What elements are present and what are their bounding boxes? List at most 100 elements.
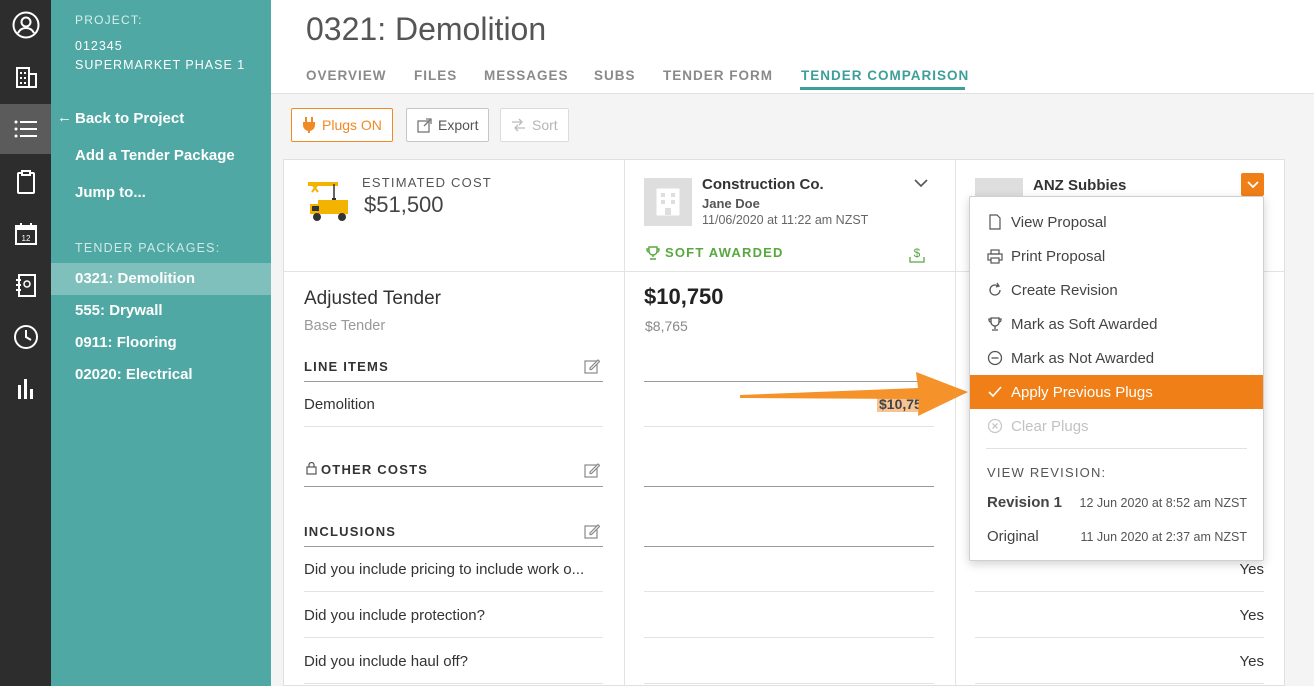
tab-overview[interactable]: OVERVIEW (306, 68, 387, 83)
menu-item-mark-not-awarded[interactable]: Mark as Not Awarded (970, 341, 1263, 375)
question-row-label: Did you include haul off? (304, 653, 469, 670)
rail-time[interactable] (0, 312, 51, 362)
rail-tasks[interactable] (0, 157, 51, 207)
project-name: SUPERMARKET PHASE 1 (75, 58, 246, 72)
row-rule (304, 683, 603, 684)
bidder-adjusted-tender: $10,750 (644, 284, 724, 309)
rail-profile[interactable] (0, 0, 51, 50)
menu-item-mark-soft-awarded[interactable]: Mark as Soft Awarded (970, 307, 1263, 341)
revision-item-date: 11 Jun 2020 at 2:37 am NZST (1080, 530, 1247, 544)
rail-reports[interactable] (0, 364, 51, 414)
sort-button[interactable]: Sort (500, 108, 569, 142)
tab-messages[interactable]: MESSAGES (484, 68, 569, 83)
tab-tender-form[interactable]: TENDER FORM (663, 68, 773, 83)
plugs-label: Plugs ON (322, 117, 382, 133)
revision-item-name[interactable]: Original (987, 528, 1039, 545)
menu-item-view-proposal[interactable]: View Proposal (970, 205, 1263, 239)
estimated-cost-value: $51,500 (364, 192, 444, 217)
rail-projects[interactable] (0, 52, 51, 102)
section-rule (644, 546, 934, 547)
edit-icon[interactable] (584, 523, 600, 539)
revision-item-date: 12 Jun 2020 at 8:52 am NZST (1079, 496, 1247, 510)
row-rule (304, 637, 603, 638)
back-arrow-icon: ← (57, 109, 72, 126)
row-rule (644, 591, 934, 592)
package-item-demolition[interactable]: 0321: Demolition (51, 263, 271, 295)
tab-files[interactable]: FILES (414, 68, 457, 83)
bidder-menu-toggle[interactable] (1241, 173, 1264, 196)
menu-item-label: View Proposal (1011, 213, 1107, 231)
menu-item-label: Clear Plugs (1011, 417, 1089, 435)
rail-contacts[interactable] (0, 260, 51, 310)
tab-tender-comparison[interactable]: TENDER COMPARISON (801, 68, 969, 83)
menu-item-clear-plugs[interactable]: Clear Plugs (970, 409, 1263, 443)
chevron-down-icon[interactable] (914, 179, 928, 188)
column-divider (624, 160, 625, 686)
row-rule (975, 637, 1264, 638)
menu-item-print-proposal[interactable]: Print Proposal (970, 239, 1263, 273)
callout-arrow-icon (740, 372, 968, 416)
crane-truck-icon (308, 182, 348, 221)
rail-tenders[interactable] (0, 104, 51, 154)
page-title: 0321: Demolition (306, 11, 547, 47)
bidder-contact: Jane Doe (702, 196, 760, 211)
sort-label: Sort (532, 117, 558, 133)
bidder-name: ANZ Subbies (1033, 177, 1127, 194)
menu-item-apply-previous-plugs[interactable]: Apply Previous Plugs (970, 375, 1263, 409)
package-item-drywall[interactable]: 555: Drywall (51, 295, 271, 327)
row-rule (975, 683, 1264, 684)
package-item-flooring[interactable]: 0911: Flooring (51, 327, 271, 359)
list-icon (14, 120, 37, 138)
bidder-name: Construction Co. (702, 176, 824, 193)
view-revision-label: VIEW REVISION: (987, 465, 1107, 480)
jump-to-link[interactable]: Jump to... (75, 184, 146, 201)
clipboard-icon (16, 170, 35, 194)
back-to-project-link[interactable]: ← Back to Project (57, 109, 185, 127)
answer-yes: Yes (1239, 561, 1264, 578)
menu-item-label: Mark as Not Awarded (1011, 349, 1155, 367)
dollar-upload-icon[interactable]: $ (909, 245, 925, 263)
tender-packages-label: TENDER PACKAGES: (75, 241, 221, 255)
section-rule (304, 546, 603, 547)
bidder-actions-menu: View Proposal Print Proposal Create Revi… (969, 196, 1264, 561)
inclusions-label: INCLUSIONS (304, 524, 397, 539)
revision-item-name[interactable]: Revision 1 (987, 494, 1062, 511)
demolition-line-label: Demolition (304, 396, 375, 413)
export-button[interactable]: Export (406, 108, 490, 142)
chevron-down-icon (1246, 180, 1259, 188)
tab-subs[interactable]: SUBS (594, 68, 636, 83)
check-icon (988, 386, 1002, 398)
rail-calendar[interactable]: 12 (0, 209, 51, 259)
back-to-project-label: Back to Project (75, 110, 185, 127)
plugs-toggle-button[interactable]: Plugs ON (291, 108, 393, 142)
page-header: 0321: Demolition OVERVIEW FILES MESSAGES… (271, 0, 1314, 94)
active-tab-indicator (800, 87, 965, 90)
export-label: Export (438, 117, 479, 133)
trophy-icon (988, 317, 1002, 331)
building-icon (15, 67, 37, 88)
add-tender-package-link[interactable]: Add a Tender Package (75, 147, 235, 164)
sort-icon (512, 118, 525, 132)
edit-icon[interactable] (584, 462, 600, 478)
column-divider (955, 160, 956, 686)
row-rule (304, 591, 603, 592)
soft-awarded-label: SOFT AWARDED (665, 245, 784, 260)
package-item-electrical[interactable]: 02020: Electrical (51, 359, 271, 391)
menu-item-create-revision[interactable]: Create Revision (970, 273, 1263, 307)
answer-yes: Yes (1239, 607, 1264, 624)
menu-item-label: Print Proposal (1011, 247, 1106, 265)
x-circle-icon (987, 418, 1003, 434)
icon-rail: 12 (0, 0, 51, 686)
soft-awarded-badge: SOFT AWARDED (646, 245, 784, 260)
refresh-icon (989, 282, 1001, 296)
edit-icon[interactable] (584, 358, 600, 374)
bidder-base-tender: $8,765 (645, 318, 688, 334)
row-rule (304, 426, 603, 427)
base-tender-label: Base Tender (304, 318, 386, 334)
section-rule (304, 381, 603, 382)
printer-icon (987, 249, 1003, 264)
question-row-label: Did you include protection? (304, 607, 485, 624)
svg-text:$: $ (914, 246, 921, 260)
export-icon (417, 117, 432, 133)
clock-icon (13, 325, 38, 349)
